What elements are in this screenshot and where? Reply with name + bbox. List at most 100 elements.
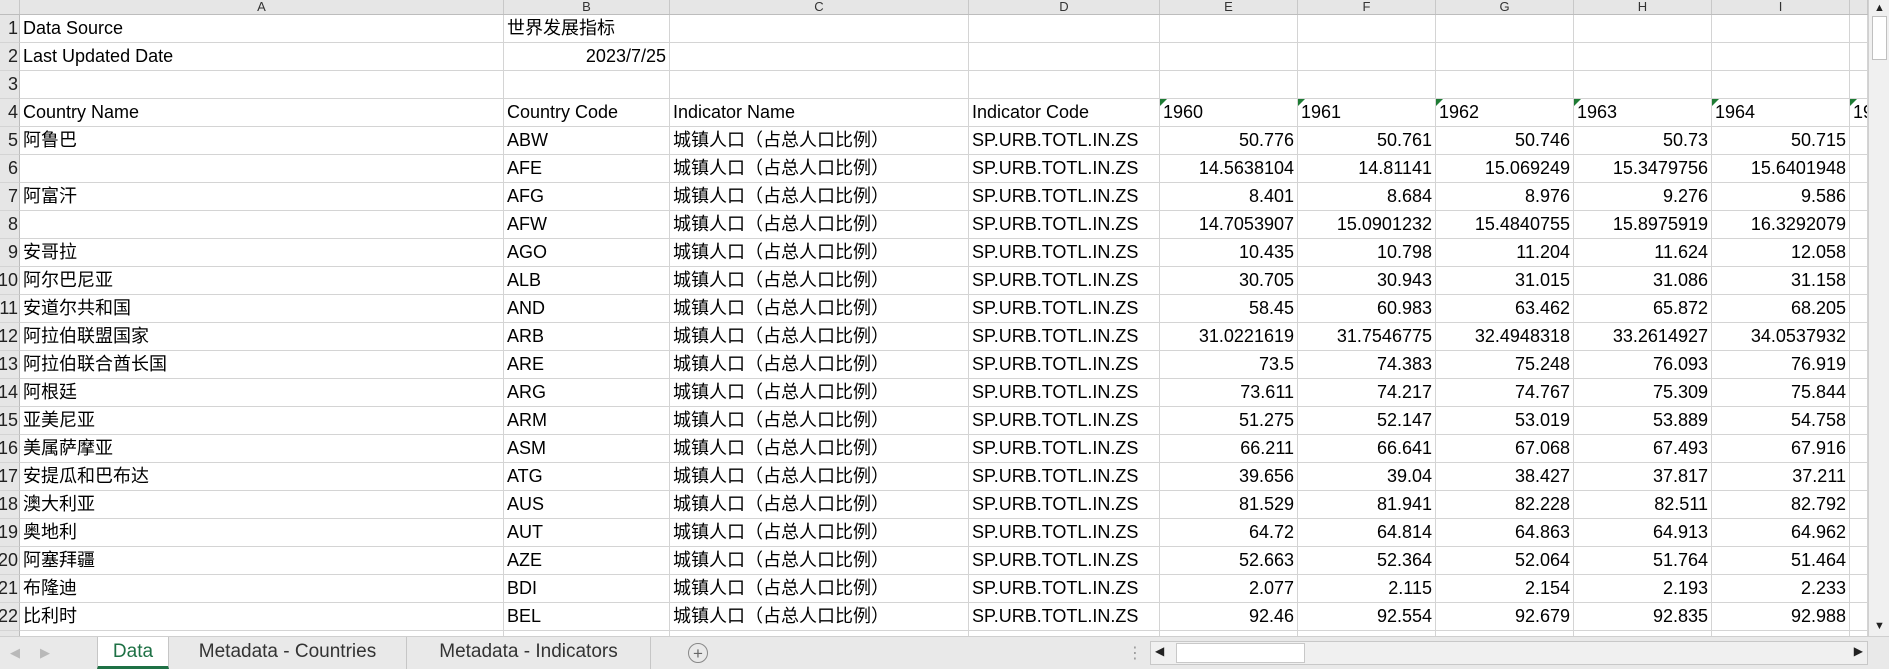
country-code-cell[interactable]: ARG [504, 379, 670, 407]
row-header[interactable]: 22 [0, 603, 20, 631]
column-header-g[interactable]: G [1436, 0, 1574, 14]
country-code-cell[interactable]: AZE [504, 547, 670, 575]
value-cell[interactable]: 15.8975919 [1574, 211, 1712, 239]
value-cell[interactable]: 52.064 [1436, 547, 1574, 575]
country-name-cell[interactable]: 阿鲁巴 [20, 127, 504, 155]
value-cell[interactable]: 31.7546775 [1298, 323, 1436, 351]
value-cell[interactable]: 50.73 [1574, 127, 1712, 155]
value-cell[interactable]: 10.798 [1298, 239, 1436, 267]
country-name-cell[interactable] [20, 155, 504, 183]
country-code-cell[interactable]: ARB [504, 323, 670, 351]
cell[interactable] [1850, 211, 1868, 239]
value-cell[interactable]: 64.913 [1574, 519, 1712, 547]
cell[interactable] [1850, 183, 1868, 211]
indicator-code-cell[interactable]: SP.URB.TOTL.IN.ZS [969, 547, 1160, 575]
country-code-cell[interactable]: AGO [504, 239, 670, 267]
value-cell[interactable]: 73.5 [1160, 351, 1298, 379]
cell[interactable] [1574, 71, 1712, 99]
scroll-up-arrow-icon[interactable]: ▲ [1874, 2, 1885, 14]
value-cell[interactable]: 92.835 [1574, 603, 1712, 631]
column-header-f[interactable]: F [1298, 0, 1436, 14]
value-cell[interactable]: 37.211 [1712, 463, 1850, 491]
value-cell[interactable]: 31.158 [1712, 267, 1850, 295]
value-cell[interactable]: 9.276 [1574, 183, 1712, 211]
column-header-c[interactable]: C [670, 0, 969, 14]
indicator-code-cell[interactable]: SP.URB.TOTL.IN.ZS [969, 575, 1160, 603]
indicator-name-cell[interactable]: 城镇人口（占总人口比例） [670, 155, 969, 183]
country-name-cell[interactable] [20, 211, 504, 239]
cell[interactable] [1850, 239, 1868, 267]
value-cell[interactable]: 64.962 [1712, 519, 1850, 547]
value-cell[interactable]: 30.943 [1298, 267, 1436, 295]
value-cell[interactable]: 10.435 [1160, 239, 1298, 267]
column-header-b[interactable]: B [504, 0, 670, 14]
value-cell[interactable]: 68.205 [1712, 295, 1850, 323]
value-cell[interactable]: 50.746 [1436, 127, 1574, 155]
value-cell[interactable]: 92.679 [1436, 603, 1574, 631]
value-cell[interactable]: 75.248 [1436, 351, 1574, 379]
cell[interactable] [1574, 15, 1712, 43]
value-cell[interactable]: 52.147 [1298, 407, 1436, 435]
cell[interactable] [670, 43, 969, 71]
sheet-tab-metadata-countries[interactable]: Metadata - Countries [169, 637, 407, 669]
vertical-scrollbar[interactable]: ▲ ▼ [1868, 0, 1889, 636]
value-cell[interactable]: 53.889 [1574, 407, 1712, 435]
indicator-name-cell[interactable]: 城镇人口（占总人口比例） [670, 351, 969, 379]
value-cell[interactable]: 67.916 [1712, 435, 1850, 463]
value-cell[interactable]: 12.058 [1712, 239, 1850, 267]
value-cell[interactable]: 8.976 [1436, 183, 1574, 211]
cell[interactable] [1298, 15, 1436, 43]
indicator-code-cell[interactable]: SP.URB.TOTL.IN.ZS [969, 351, 1160, 379]
column-header-h[interactable]: H [1574, 0, 1712, 14]
country-name-cell[interactable]: 阿根廷 [20, 379, 504, 407]
row-header[interactable]: 7 [0, 183, 20, 211]
value-cell[interactable]: 14.81141 [1298, 155, 1436, 183]
country-code-cell[interactable]: AFE [504, 155, 670, 183]
indicator-name-cell[interactable]: 城镇人口（占总人口比例） [670, 183, 969, 211]
row-header[interactable]: 18 [0, 491, 20, 519]
value-cell[interactable]: 2.233 [1712, 575, 1850, 603]
sheet-tab-data[interactable]: Data [97, 637, 169, 669]
header-year-1962[interactable]: 1962 [1436, 99, 1574, 127]
value-cell[interactable]: 92.988 [1712, 603, 1850, 631]
header-year-1961[interactable]: 1961 [1298, 99, 1436, 127]
indicator-code-cell[interactable]: SP.URB.TOTL.IN.ZS [969, 407, 1160, 435]
cell[interactable] [1298, 43, 1436, 71]
cell-b2[interactable]: 2023/7/25 [504, 43, 670, 71]
cell[interactable] [1850, 71, 1868, 99]
cell[interactable] [504, 71, 670, 99]
value-cell[interactable]: 82.228 [1436, 491, 1574, 519]
row-header[interactable]: 12 [0, 323, 20, 351]
country-name-cell[interactable]: 奥地利 [20, 519, 504, 547]
cell[interactable] [1850, 435, 1868, 463]
row-header[interactable]: 19 [0, 519, 20, 547]
cell[interactable] [670, 71, 969, 99]
value-cell[interactable]: 66.641 [1298, 435, 1436, 463]
horizontal-scrollbar[interactable]: ◀ ▶ [1150, 641, 1868, 665]
cell[interactable] [1712, 71, 1850, 99]
header-country-name[interactable]: Country Name [20, 99, 504, 127]
cell[interactable] [969, 71, 1160, 99]
column-header-j[interactable] [1850, 0, 1868, 14]
value-cell[interactable]: 15.6401948 [1712, 155, 1850, 183]
value-cell[interactable]: 92.554 [1298, 603, 1436, 631]
country-code-cell[interactable]: AUS [504, 491, 670, 519]
indicator-code-cell[interactable]: SP.URB.TOTL.IN.ZS [969, 267, 1160, 295]
value-cell[interactable]: 64.72 [1160, 519, 1298, 547]
header-year-1964[interactable]: 1964 [1712, 99, 1850, 127]
cell[interactable] [20, 71, 504, 99]
row-header[interactable]: 11 [0, 295, 20, 323]
value-cell[interactable]: 54.758 [1712, 407, 1850, 435]
value-cell[interactable]: 82.792 [1712, 491, 1850, 519]
value-cell[interactable]: 51.275 [1160, 407, 1298, 435]
value-cell[interactable]: 92.46 [1160, 603, 1298, 631]
indicator-name-cell[interactable]: 城镇人口（占总人口比例） [670, 407, 969, 435]
country-code-cell[interactable]: BDI [504, 575, 670, 603]
value-cell[interactable]: 16.3292079 [1712, 211, 1850, 239]
cell[interactable] [1850, 43, 1868, 71]
header-year-1960[interactable]: 1960 [1160, 99, 1298, 127]
cell-a1[interactable]: Data Source [20, 15, 504, 43]
country-code-cell[interactable]: ARM [504, 407, 670, 435]
next-sheet-arrow-icon[interactable]: ▶ [40, 645, 50, 661]
country-code-cell[interactable]: AFG [504, 183, 670, 211]
